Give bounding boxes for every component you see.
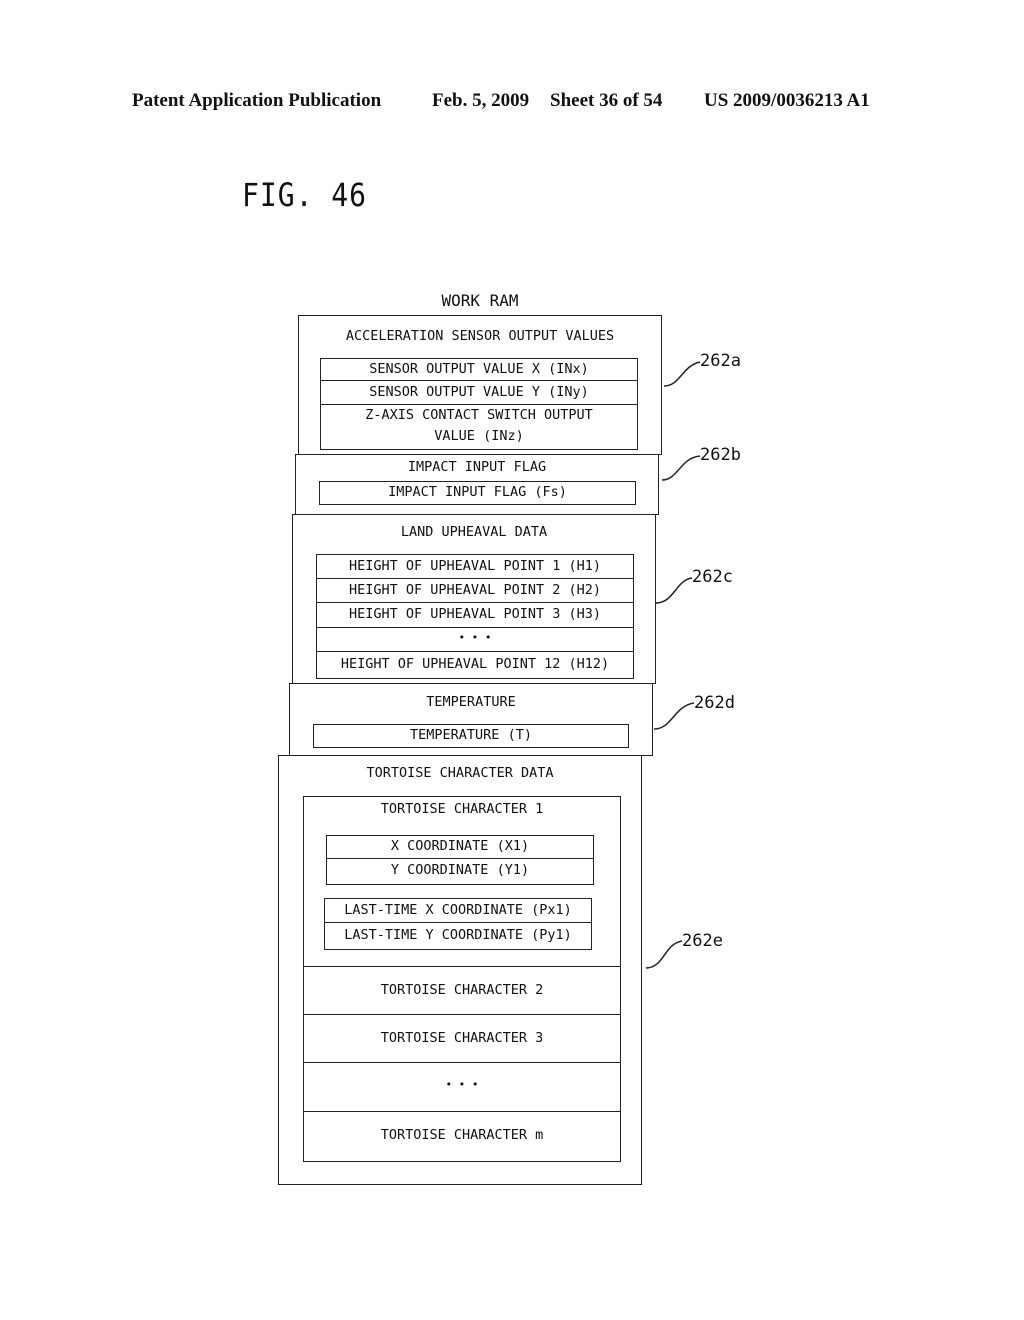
reference-262c: 262c [692,567,733,587]
leader-line-262c [655,577,693,604]
reference-262d: 262d [694,693,735,713]
reference-leader-lines [645,361,701,969]
reference-262a: 262a [700,351,741,371]
leader-line-262e [645,940,683,969]
reference-262b: 262b [700,445,741,465]
reference-262e: 262e [682,931,723,951]
leader-line-262d [653,702,695,730]
leader-line-262b [661,455,701,481]
leader-line-262a [663,361,701,387]
